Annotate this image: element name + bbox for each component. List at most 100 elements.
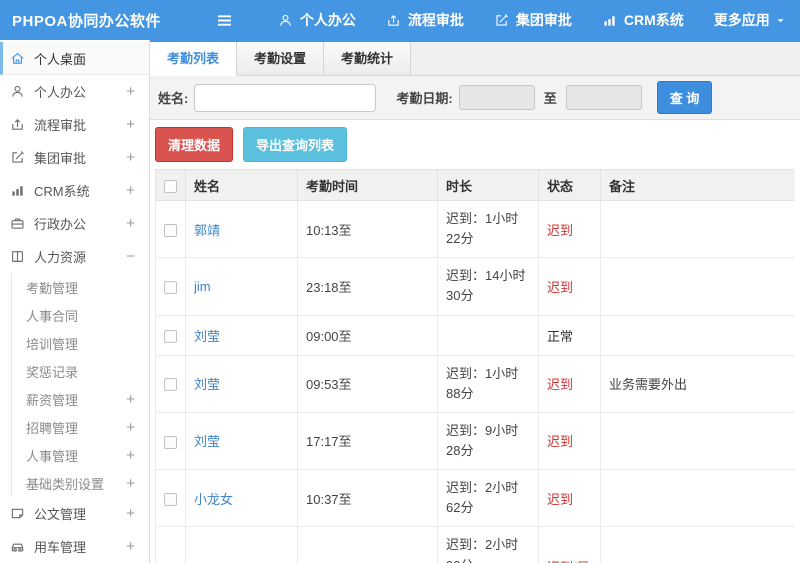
tab[interactable]: 考勤统计 (324, 42, 412, 75)
workflow-icon (386, 13, 401, 28)
hamburger-menu-icon[interactable] (215, 11, 234, 30)
top-nav-item[interactable]: 集团审批 (494, 10, 572, 30)
app-window: PHPOA协同办公软件 个人办公 流程审批 集团审批 CRM系统 更多应用 个人… (0, 0, 800, 563)
top-navigation: 个人办公 流程审批 集团审批 CRM系统 更多应用 (248, 10, 786, 30)
expand-toggle[interactable]: + (126, 447, 135, 464)
row-checkbox[interactable] (164, 435, 177, 449)
expand-toggle[interactable]: + (126, 83, 135, 100)
chart-icon (602, 13, 617, 28)
expand-toggle[interactable]: + (126, 116, 135, 133)
sidebar-item[interactable]: 基础类别设置 + (0, 469, 149, 497)
row-checkbox[interactable] (164, 378, 177, 392)
main-content: 考勤列表 考勤设置 考勤统计 姓名: 考勤日期: 至 查 询 清理数据 导出查询… (150, 40, 800, 563)
sidebar-item[interactable]: 公文管理 + (0, 497, 149, 530)
sidebar-item[interactable]: 考勤管理 (0, 273, 149, 301)
sidebar-item[interactable]: 个人办公 + (0, 75, 149, 108)
expand-toggle[interactable]: + (126, 505, 135, 522)
expand-toggle[interactable]: + (126, 149, 135, 166)
expand-toggle[interactable]: + (126, 538, 135, 555)
attendance-table: 姓名 考勤时间 时长 状态 备注 郭靖 10:13至 迟到：1小时22分 迟到 … (155, 169, 795, 563)
top-nav-item[interactable]: 个人办公 (278, 10, 356, 30)
edit-icon (494, 13, 509, 28)
employee-name-link[interactable]: 小龙女 (194, 492, 233, 507)
attendance-time-cell: 09:00至 (297, 314, 438, 356)
row-checkbox[interactable] (164, 280, 177, 294)
note-cell: 1111 (600, 526, 795, 563)
sidebar-item[interactable]: 人事合同 (0, 301, 149, 329)
row-checkbox[interactable] (164, 329, 177, 343)
expand-toggle[interactable]: + (126, 419, 135, 436)
note-cell (600, 199, 795, 259)
table-header-row: 姓名 考勤时间 时长 状态 备注 (155, 169, 795, 201)
search-button[interactable]: 查 询 (656, 81, 713, 114)
sidebar-item[interactable]: 用车管理 + (0, 530, 149, 563)
date-to-input[interactable] (565, 85, 642, 110)
employee-name-link[interactable]: 郭靖 (194, 223, 220, 238)
caret-down-icon (775, 15, 786, 26)
employee-name-link[interactable]: 刘莹 (194, 434, 220, 449)
status-cell: 迟到 (538, 354, 601, 413)
attendance-time-cell: 10:54至10:54 (297, 526, 438, 563)
doc-icon (10, 506, 26, 521)
date-from-input[interactable] (458, 85, 535, 110)
export-list-button[interactable]: 导出查询列表 (243, 127, 348, 162)
duration-cell: 迟到：1小时22分 (437, 199, 539, 259)
sidebar-item[interactable]: 招聘管理 + (0, 413, 149, 441)
employee-name-link[interactable]: jim (194, 279, 211, 294)
note-cell (600, 314, 795, 356)
table-row: 小龙女 10:37至 迟到：2小时62分 迟到 (155, 469, 795, 528)
user-icon (10, 84, 26, 99)
chart-icon (10, 183, 26, 198)
clean-data-button[interactable]: 清理数据 (155, 127, 234, 162)
sidebar-item[interactable]: 个人桌面 (0, 42, 149, 75)
attendance-table-wrap: 姓名 考勤时间 时长 状态 备注 郭靖 10:13至 迟到：1小时22分 迟到 … (155, 169, 795, 563)
date-label: 考勤日期: (396, 91, 453, 106)
expand-toggle[interactable]: + (126, 475, 135, 492)
sidebar-item[interactable]: 行政办公 + (0, 207, 149, 240)
duration-cell: 迟到：1小时88分 (437, 354, 539, 413)
employee-name-link[interactable]: 刘莹 (194, 377, 220, 392)
workflow-icon (10, 117, 26, 132)
sidebar-item[interactable]: 流程审批 + (0, 108, 149, 141)
note-cell (600, 257, 795, 316)
name-label: 姓名: (158, 91, 189, 106)
duration-cell: 迟到：2小时90分 早退：7小时10分 (437, 526, 539, 563)
name-input[interactable] (194, 83, 377, 112)
select-all-checkbox[interactable] (164, 179, 177, 193)
expand-toggle[interactable]: − (126, 248, 135, 265)
sidebar-item[interactable]: 培训管理 (0, 329, 149, 357)
sidebar-item[interactable]: 薪资管理 + (0, 385, 149, 413)
sidebar-item[interactable]: 人力资源 − (0, 240, 149, 273)
top-nav-item[interactable]: 流程审批 (386, 10, 464, 30)
row-checkbox[interactable] (164, 223, 177, 237)
table-row: 管理员 10:54至10:54 迟到：2小时90分 早退：7小时10分 迟到/早… (155, 526, 795, 563)
note-cell: 业务需要外出 (600, 354, 795, 413)
tab[interactable]: 考勤设置 (237, 42, 325, 75)
filter-bar: 姓名: 考勤日期: 至 查 询 (150, 76, 800, 120)
sidebar-item[interactable]: CRM系统 + (0, 174, 149, 207)
status-cell: 迟到/早退 (538, 526, 601, 563)
car-icon (10, 539, 26, 554)
employee-name-link[interactable]: 刘莹 (194, 329, 220, 344)
sidebar-item[interactable]: 人事管理 + (0, 441, 149, 469)
tab[interactable]: 考勤列表 (150, 42, 238, 76)
column-header: 姓名 (185, 169, 298, 201)
table-row: 刘莹 09:00至 正常 (155, 314, 795, 356)
expand-toggle[interactable]: + (126, 391, 135, 408)
row-checkbox[interactable] (164, 492, 177, 506)
status-cell: 迟到 (538, 199, 601, 259)
sidebar-item[interactable]: 奖惩记录 (0, 357, 149, 385)
select-all-header (155, 169, 186, 201)
column-header: 时长 (437, 169, 539, 201)
duration-cell (437, 314, 539, 356)
top-nav-item[interactable]: 更多应用 (714, 10, 786, 30)
attendance-time-cell: 10:37至 (297, 469, 438, 528)
home-icon (10, 51, 26, 66)
expand-toggle[interactable]: + (126, 215, 135, 232)
note-cell (600, 469, 795, 528)
top-nav-item[interactable]: CRM系统 (602, 10, 684, 30)
expand-toggle[interactable]: + (126, 182, 135, 199)
top-bar: PHPOA协同办公软件 个人办公 流程审批 集团审批 CRM系统 更多应用 (0, 0, 800, 40)
sidebar-item[interactable]: 集团审批 + (0, 141, 149, 174)
attendance-time-cell: 17:17至 (297, 411, 438, 471)
